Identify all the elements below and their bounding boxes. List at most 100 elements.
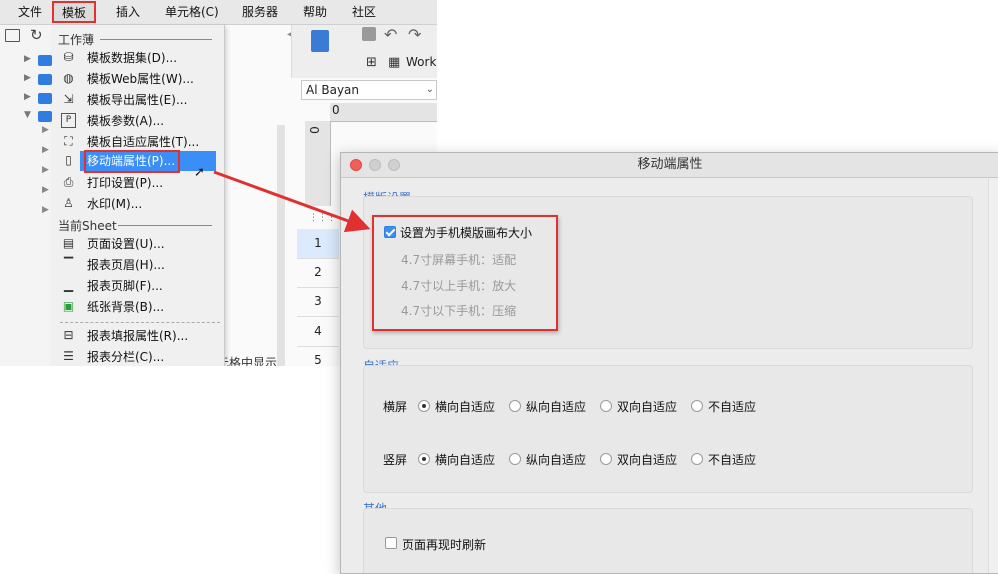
refresh-icon[interactable]: ↻ <box>30 26 43 44</box>
menu-cell[interactable]: 单元格(C) <box>165 0 219 24</box>
menu-item-watermark[interactable]: ♙ 水印(M)... <box>52 194 224 214</box>
menu-server[interactable]: 服务器 <box>242 0 278 24</box>
portrait-radio-vertical[interactable] <box>509 453 521 465</box>
menu-item-dataset[interactable]: ⛁ 模板数据集(D)... <box>52 48 224 68</box>
tree-row[interactable]: ▼ <box>0 108 52 126</box>
row-headers: 1 2 3 4 5 <box>297 229 342 366</box>
expand-arrow-icon[interactable]: ▶ <box>42 145 49 155</box>
menu-item-columns[interactable]: ☰ 报表分栏(C)... <box>52 347 224 366</box>
drag-handle-icon[interactable]: ⋮⋮⋮ <box>309 213 336 223</box>
menu-section-workbook: 工作薄 <box>58 33 95 47</box>
portrait-radio-horizontal[interactable] <box>418 453 430 465</box>
font-select[interactable]: Al Bayan ⌄ <box>301 80 437 100</box>
row-header[interactable]: 5 <box>297 346 339 366</box>
editor-toolbar: ↶ ↷ ⊞ ▦ Work <box>291 25 437 78</box>
landscape-radio-none[interactable] <box>691 400 703 412</box>
export-icon: ⇲ <box>63 92 74 106</box>
portrait-radio-both[interactable] <box>600 453 612 465</box>
expand-arrow-icon[interactable]: ▶ <box>24 73 31 83</box>
annotation-box-template <box>372 215 558 331</box>
expand-arrow-icon[interactable]: ▶ <box>24 92 31 102</box>
template-menu: 工作薄 ⛁ 模板数据集(D)... ◍ 模板Web属性(W)... ⇲ 模板导出… <box>52 25 225 366</box>
row-header[interactable]: 2 <box>297 258 339 288</box>
portrait-label: 竖屏 <box>383 453 408 467</box>
mobile-icon: ▯ <box>65 153 72 167</box>
table-icon[interactable]: ▦ <box>388 55 400 70</box>
redo-icon[interactable]: ↷ <box>408 25 421 44</box>
portrait-option-label[interactable]: 不自适应 <box>708 451 756 468</box>
printer-icon: ⎙ <box>63 175 74 189</box>
menu-item-adaptive[interactable]: ⛶ 模板自适应属性(T)... <box>52 132 224 152</box>
landscape-radio-horizontal[interactable] <box>418 400 430 412</box>
form-icon[interactable] <box>311 30 329 52</box>
parameter-icon: P <box>61 113 76 128</box>
columns-icon: ☰ <box>63 349 74 363</box>
menu-item-page-setup[interactable]: ▤ 页面设置(U)... <box>52 234 224 254</box>
menu-divider <box>100 39 212 40</box>
menu-file[interactable]: 文件 <box>18 0 42 24</box>
expand-arrow-icon[interactable]: ▶ <box>42 165 49 175</box>
menu-item-web-attr[interactable]: ◍ 模板Web属性(W)... <box>52 69 224 89</box>
ruler-zero-label: 0 <box>307 126 322 134</box>
landscape-option-label[interactable]: 纵向自适应 <box>526 398 586 415</box>
portrait-option-label[interactable]: 双向自适应 <box>617 451 677 468</box>
stamp-icon: ♙ <box>63 196 74 210</box>
refresh-label[interactable]: 页面再现时刷新 <box>402 536 486 553</box>
refresh-checkbox[interactable] <box>385 537 397 549</box>
menu-item-fill-attr[interactable]: ⊟ 报表填报属性(R)... <box>52 326 224 346</box>
row-header[interactable]: 1 <box>297 229 339 259</box>
toolbar-label[interactable]: Work <box>406 55 436 69</box>
menu-bar: 文件 模板 插入 单元格(C) 服务器 帮助 社区 <box>0 0 437 25</box>
menu-divider <box>60 322 220 323</box>
page-setup-icon: ▤ <box>62 236 75 250</box>
grid-icon[interactable]: ⊞ <box>366 55 377 70</box>
tree-row[interactable]: ▶ <box>0 52 52 70</box>
menu-item-parameter[interactable]: P 模板参数(A)... <box>52 111 224 131</box>
save-icon[interactable] <box>362 27 376 41</box>
landscape-label: 横屏 <box>383 400 408 414</box>
expand-arrow-icon[interactable]: ▶ <box>24 54 31 64</box>
dialog-scrollbar[interactable] <box>988 179 998 573</box>
fill-attr-icon: ⊟ <box>63 328 74 342</box>
landscape-radio-both[interactable] <box>600 400 612 412</box>
adaptive-group <box>363 365 973 493</box>
menu-item-paper-bg[interactable]: ▣ 纸张背景(B)... <box>52 297 224 317</box>
tree-row[interactable]: ▶ <box>0 71 52 89</box>
expand-arrow-icon[interactable]: ▶ <box>42 125 49 135</box>
menu-section-sheet: 当前Sheet <box>58 219 117 233</box>
menu-item-footer[interactable]: ▁ 报表页脚(F)... <box>52 276 224 296</box>
undo-icon[interactable]: ↶ <box>384 25 397 44</box>
portrait-radio-none[interactable] <box>691 453 703 465</box>
adaptive-icon: ⛶ <box>64 134 73 148</box>
tree-toolbar: ↻ <box>0 25 52 49</box>
row-header[interactable]: 3 <box>297 287 339 317</box>
landscape-option-label[interactable]: 不自适应 <box>708 398 756 415</box>
new-folder-icon[interactable] <box>5 29 20 42</box>
globe-icon: ◍ <box>63 71 74 85</box>
menu-divider <box>118 225 212 226</box>
file-tree: ↻ ▶ ▶ ▶ ▼ ▶ ▶ ▶ ▶ ▶ <box>0 25 53 366</box>
menu-help[interactable]: 帮助 <box>303 0 327 24</box>
portrait-option-label[interactable]: 纵向自适应 <box>526 451 586 468</box>
chevron-down-icon: ⌄ <box>425 84 434 95</box>
collapse-arrow-icon[interactable]: ▼ <box>24 110 31 120</box>
folder-icon <box>38 74 52 85</box>
landscape-radio-vertical[interactable] <box>509 400 521 412</box>
menu-insert[interactable]: 插入 <box>116 0 140 24</box>
expand-arrow-icon[interactable]: ▶ <box>42 185 49 195</box>
menu-item-export-attr[interactable]: ⇲ 模板导出属性(E)... <box>52 90 224 110</box>
dialog-title: 移动端属性 <box>637 157 703 172</box>
mouse-cursor-icon: ➚ <box>194 165 205 180</box>
menu-template[interactable]: 模板 <box>52 1 97 23</box>
vertical-scrollbar[interactable] <box>277 125 285 366</box>
expand-arrow-icon[interactable]: ▶ <box>42 205 49 215</box>
menu-community[interactable]: 社区 <box>352 0 376 24</box>
tree-row[interactable]: ▶ <box>0 90 52 108</box>
landscape-option-label[interactable]: 横向自适应 <box>435 398 495 415</box>
partial-cell-text: 元格中显示 <box>217 356 278 366</box>
row-header[interactable]: 4 <box>297 317 339 347</box>
landscape-option-label[interactable]: 双向自适应 <box>617 398 677 415</box>
menu-item-header[interactable]: ▔ 报表页眉(H)... <box>52 255 224 275</box>
annotation-box-menu-item <box>84 150 180 173</box>
portrait-option-label[interactable]: 横向自适应 <box>435 451 495 468</box>
